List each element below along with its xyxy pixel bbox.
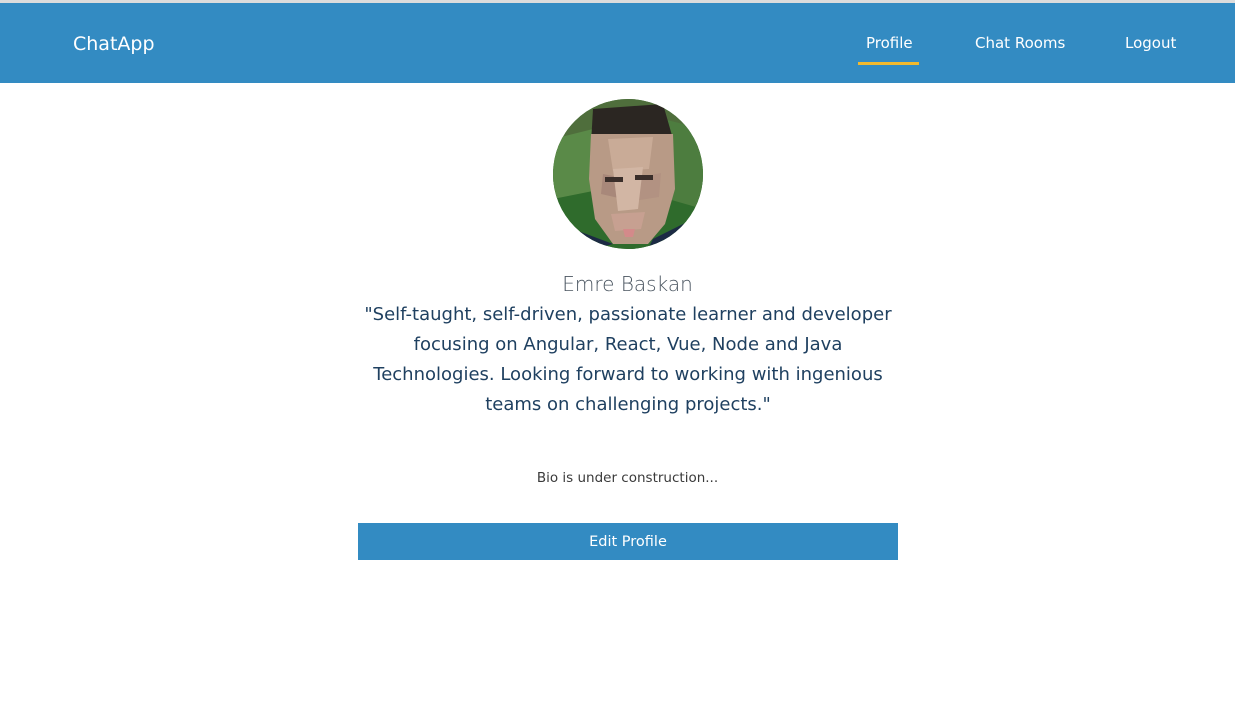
avatar-image bbox=[553, 99, 703, 249]
profile-page: Emre Baskan "Self-taught, self-driven, p… bbox=[0, 83, 1235, 708]
nav-link-profile[interactable]: Profile bbox=[866, 33, 913, 53]
profile-name: Emre Baskan bbox=[562, 272, 693, 296]
navbar: ChatApp Profile Chat Rooms Logout bbox=[0, 3, 1235, 83]
brand-logo-link[interactable]: ChatApp bbox=[73, 32, 155, 56]
profile-avatar bbox=[553, 99, 703, 249]
nav-link-chat-rooms[interactable]: Chat Rooms bbox=[975, 33, 1065, 53]
edit-profile-button[interactable]: Edit Profile bbox=[358, 523, 898, 560]
profile-bio: Bio is under construction... bbox=[536, 470, 719, 486]
active-nav-indicator bbox=[858, 62, 919, 65]
nav-link-logout[interactable]: Logout bbox=[1125, 33, 1176, 53]
profile-quote: "Self-taught, self-driven, passionate le… bbox=[364, 304, 892, 415]
